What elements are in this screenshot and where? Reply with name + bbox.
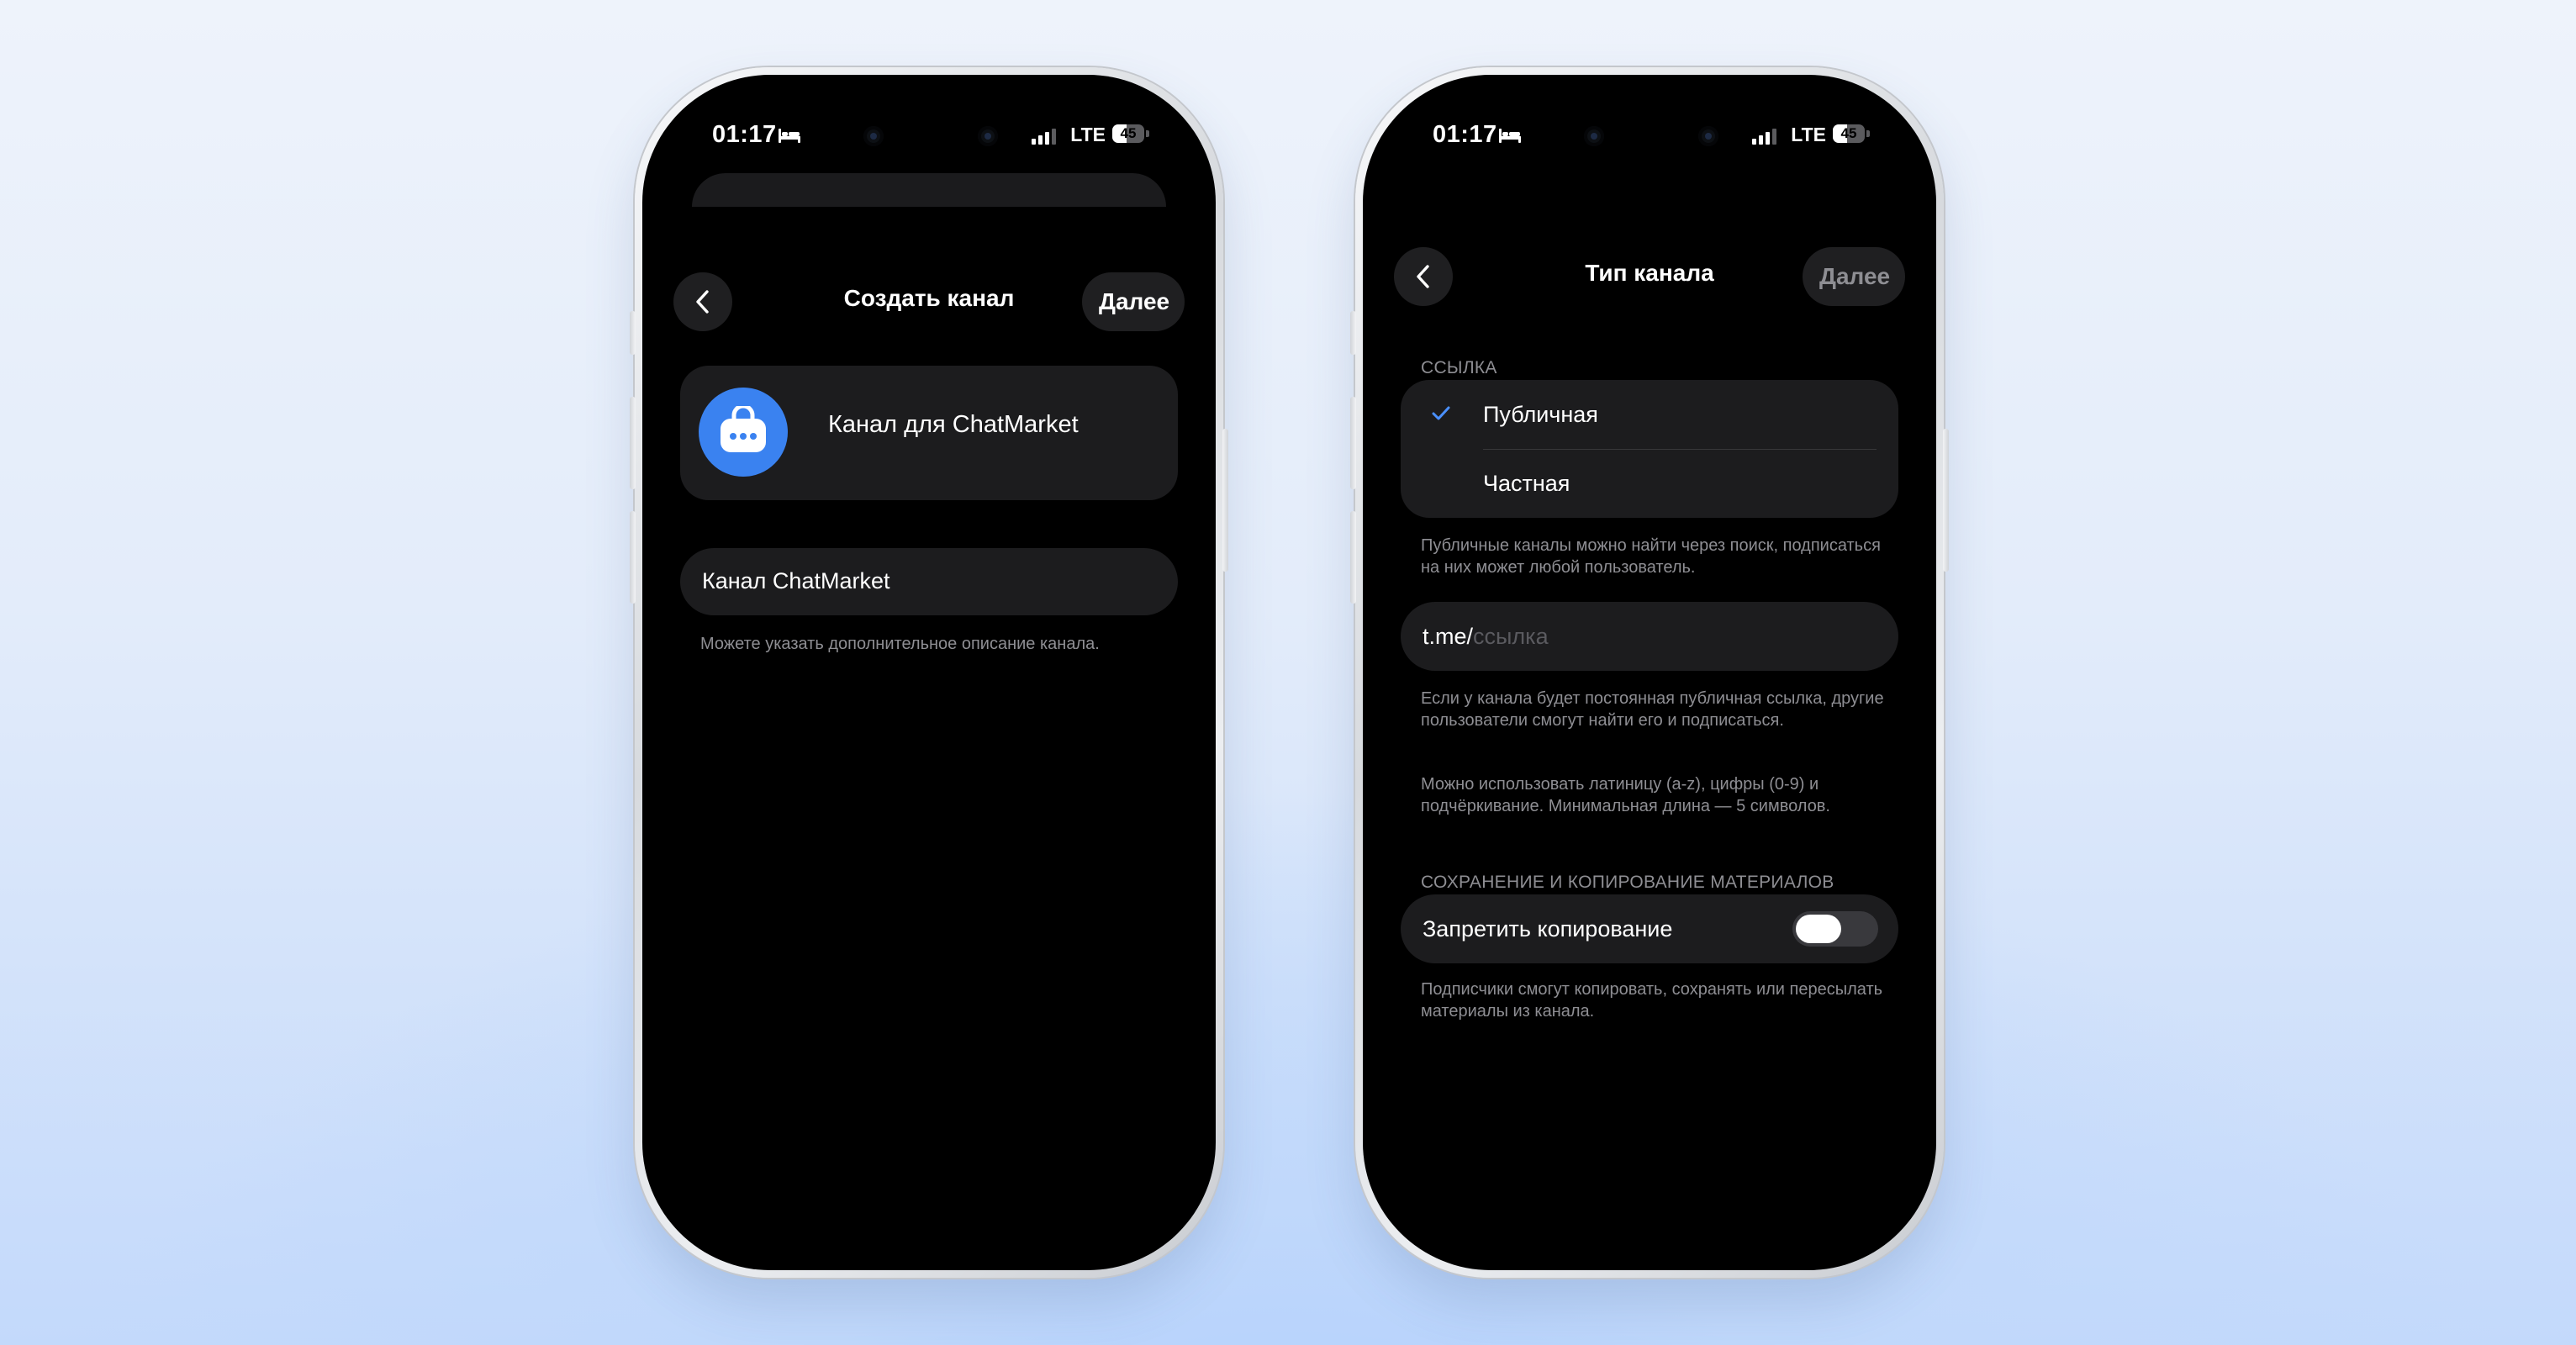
battery-level: 45 bbox=[1840, 125, 1857, 141]
phone-frame-create-channel: 01:17 LTE 45 Создать канал Далее Канал д… bbox=[630, 67, 1228, 1278]
battery-icon: 45 bbox=[1833, 124, 1865, 143]
restrict-copy-row: Запретить копирование bbox=[1401, 894, 1898, 963]
phone-frame-channel-type: 01:17 LTE 45 Тип канала Далее ССЫЛКА Пуб… bbox=[1350, 67, 1949, 1278]
next-button[interactable]: Далее bbox=[1082, 272, 1185, 331]
channel-name-field[interactable]: Канал для ChatMarket bbox=[828, 411, 1079, 439]
volume-up-button bbox=[630, 397, 636, 489]
battery-cap bbox=[1146, 130, 1149, 137]
description-value: Канал ChatMarket bbox=[702, 568, 890, 593]
restrict-copy-label: Запретить копирование bbox=[1423, 916, 1673, 942]
sheet-background-edge bbox=[692, 173, 1166, 207]
volume-up-button bbox=[1350, 397, 1356, 489]
volume-down-button bbox=[1350, 511, 1356, 604]
link-placeholder: ссылка bbox=[1473, 624, 1549, 649]
volume-down-button bbox=[630, 511, 636, 604]
link-type-hint: Публичные каналы можно найти через поиск… bbox=[1421, 536, 1881, 577]
channel-info-card: Канал для ChatMarket bbox=[680, 366, 1178, 500]
front-camera bbox=[978, 126, 998, 146]
restrict-copy-hint: Подписчики смогут копировать, сохранять … bbox=[1421, 980, 1883, 1021]
description-hint: Можете указать дополнительное описание к… bbox=[700, 635, 1100, 653]
next-button[interactable]: Далее bbox=[1803, 247, 1905, 306]
network-type: LTE bbox=[1070, 124, 1106, 145]
link-prefix: t.me/ bbox=[1423, 624, 1474, 649]
cellular-signal-icon bbox=[1752, 129, 1776, 145]
option-private-label: Частная bbox=[1483, 471, 1570, 496]
content-section-header: СОХРАНЕНИЕ И КОПИРОВАНИЕ МАТЕРИАЛОВ bbox=[1421, 873, 1834, 892]
link-hint-rules: Можно использовать латиницу (a-z), цифры… bbox=[1421, 775, 1830, 815]
status-bar: 01:17 LTE 45 bbox=[652, 121, 1206, 155]
channel-type-screen: 01:17 LTE 45 Тип канала Далее ССЫЛКА Пуб… bbox=[1372, 84, 1927, 1261]
sleep-focus-icon bbox=[1499, 129, 1521, 143]
battery-cap bbox=[1866, 130, 1870, 137]
front-sensor bbox=[863, 126, 884, 146]
front-camera bbox=[1698, 126, 1718, 146]
checkmark-icon bbox=[1432, 406, 1450, 420]
status-bar: 01:17 LTE 45 bbox=[1372, 121, 1927, 155]
status-time: 01:17 bbox=[712, 121, 777, 148]
front-sensor bbox=[1584, 126, 1604, 146]
option-public-label: Публичная bbox=[1483, 402, 1598, 427]
description-input[interactable]: Канал ChatMarket bbox=[680, 548, 1178, 615]
link-hint-permanent: Если у канала будет постоянная публичная… bbox=[1421, 689, 1884, 730]
power-button bbox=[1943, 429, 1949, 572]
link-input[interactable]: t.me/ссылка bbox=[1401, 602, 1898, 671]
action-button bbox=[1350, 311, 1356, 355]
battery-level: 45 bbox=[1120, 125, 1137, 141]
option-private[interactable]: Частная bbox=[1401, 449, 1898, 518]
battery-icon: 45 bbox=[1112, 124, 1144, 143]
link-input-row: t.me/ссылка bbox=[1423, 624, 1549, 650]
power-button bbox=[1222, 429, 1228, 572]
link-type-list: Публичная Частная bbox=[1401, 380, 1898, 518]
channel-avatar[interactable] bbox=[699, 388, 788, 477]
status-time: 01:17 bbox=[1433, 121, 1497, 148]
network-type: LTE bbox=[1791, 124, 1826, 145]
action-button bbox=[630, 311, 636, 355]
create-channel-screen: 01:17 LTE 45 Создать канал Далее Канал д… bbox=[652, 84, 1206, 1261]
sleep-focus-icon bbox=[779, 129, 800, 143]
toggle-knob bbox=[1796, 915, 1841, 943]
option-public[interactable]: Публичная bbox=[1401, 380, 1898, 449]
cellular-signal-icon bbox=[1032, 129, 1056, 145]
chat-bag-icon bbox=[721, 406, 766, 452]
restrict-copy-toggle[interactable] bbox=[1792, 911, 1878, 947]
link-section-header: ССЫЛКА bbox=[1421, 358, 1497, 377]
